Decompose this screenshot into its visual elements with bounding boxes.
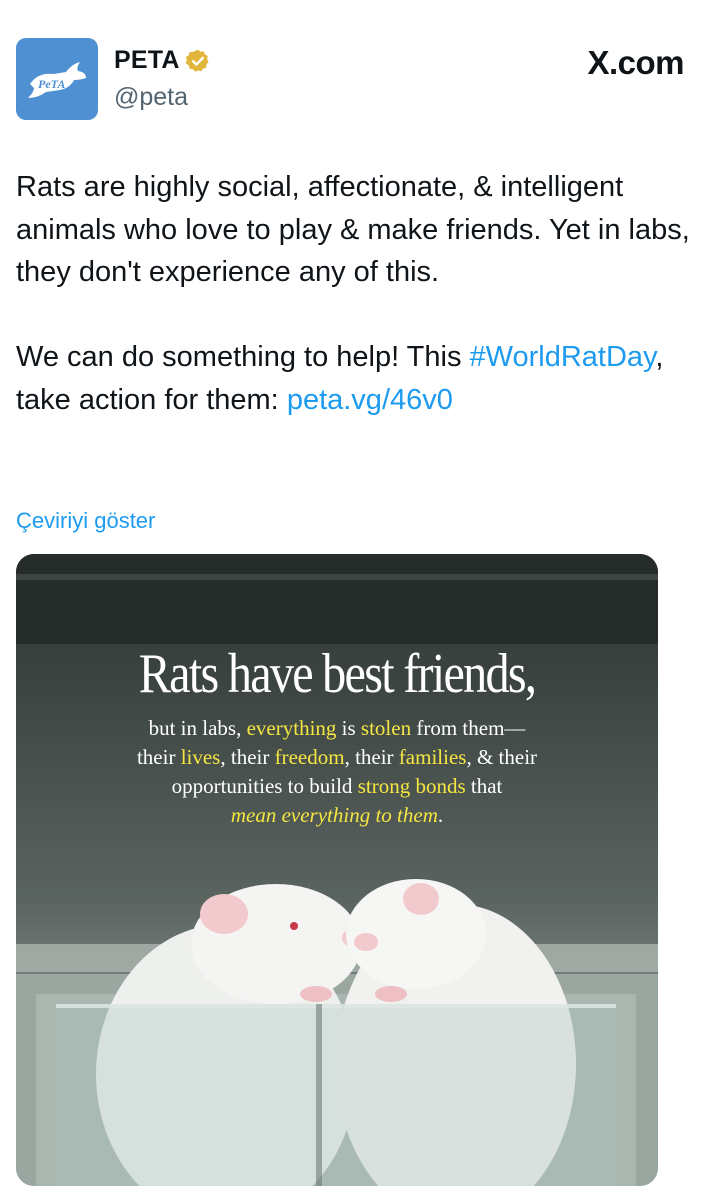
tweet-paragraph-2: We can do something to help! This #World… [16, 336, 696, 421]
tweet-media-image[interactable]: Rats have best friends, but in labs, eve… [16, 554, 658, 1186]
poster-line-4: mean everything to them. [230, 803, 444, 827]
display-name[interactable]: PETA [114, 46, 180, 75]
paragraph-2-text: We can do something to help! This [16, 341, 470, 373]
tweet-text: Rats are highly social, affectionate, & … [16, 166, 696, 421]
translate-link[interactable]: Çeviriyi göster [16, 508, 155, 534]
poster-line-1: but in labs, everything is stolen from t… [148, 716, 526, 740]
x-logo[interactable]: X.com [587, 44, 684, 82]
verified-badge-icon [185, 49, 209, 72]
peta-logo-icon: PeTA [28, 62, 86, 98]
avatar[interactable]: PeTA [16, 38, 98, 120]
author-name-row: PETA [114, 46, 211, 75]
poster-line-2: their lives, their freedom, their famili… [136, 745, 538, 769]
handle[interactable]: @peta [114, 83, 188, 112]
hashtag-link[interactable]: #WorldRatDay [470, 341, 656, 373]
avatar-text: PeTA [38, 77, 65, 91]
external-link[interactable]: peta.vg/46v0 [287, 384, 453, 416]
tweet-paragraph-1: Rats are highly social, affectionate, & … [16, 171, 690, 288]
poster-title: Rats have best friends, [138, 643, 537, 705]
poster-body: but in labs, everything is stolen from t… [16, 714, 658, 830]
poster-line-3: opportunities to build strong bonds that [171, 774, 503, 798]
tweet-header: PeTA PETA @peta X.com [0, 0, 718, 140]
